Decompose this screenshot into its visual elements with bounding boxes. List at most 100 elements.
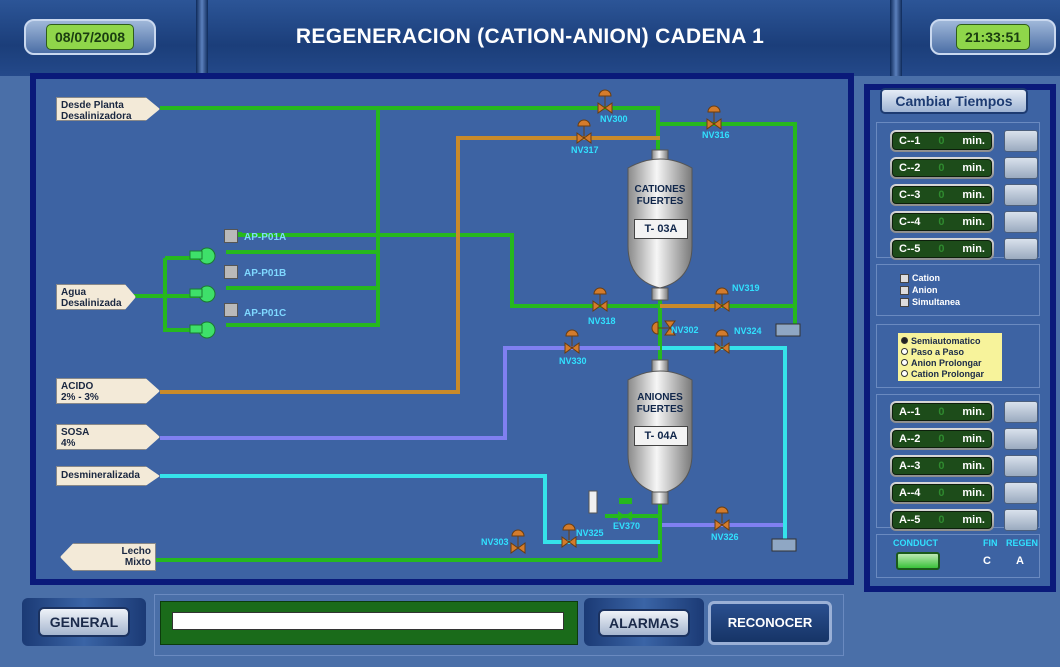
timer-readout: A--5 0 min. <box>892 510 992 529</box>
valve-label-nv324[interactable]: NV324 <box>734 326 762 336</box>
tag-line: Desalinizada <box>61 298 122 309</box>
cation-timer-display[interactable]: C--2 0 min. <box>890 156 994 179</box>
anion-timer-display[interactable]: A--2 0 min. <box>890 427 994 450</box>
anion-timer-row: A--4 0 min. <box>890 479 1038 506</box>
radio-paso-a-paso[interactable]: Paso a Paso <box>901 346 999 357</box>
timer-unit: min. <box>962 432 985 445</box>
cation-timer-display[interactable]: C--5 0 min. <box>890 237 994 260</box>
timer-value: 0 <box>938 215 945 228</box>
cambiar-tiempos-button[interactable]: Cambiar Tiempos <box>880 88 1028 114</box>
anion-timer-switch[interactable] <box>1004 481 1038 504</box>
source-desde-planta: Desde Planta Desalinizadora <box>56 97 160 121</box>
checkbox-label: Cation <box>912 273 940 283</box>
valve-label-nv300[interactable]: NV300 <box>600 114 628 124</box>
timer-value: 0 <box>938 405 945 418</box>
timer-label: A--2 <box>899 432 921 445</box>
anion-timers: A--1 0 min. A--2 0 min. A--3 0 min. A--4 0 min. A--5… <box>890 398 1038 533</box>
anion-timer-display[interactable]: A--4 0 min. <box>890 481 994 504</box>
radio-label: Semiautomatico <box>911 335 981 346</box>
tag-line: ACIDO <box>61 381 94 392</box>
valve-label-ev370[interactable]: EV370 <box>613 521 640 531</box>
source-sosa: SOSA 4% <box>56 424 160 450</box>
radio-dot[interactable] <box>901 337 908 344</box>
timer-readout: C--2 0 min. <box>892 158 992 177</box>
tank-cation-name: CATIONES FUERTES <box>628 184 692 208</box>
tank-name-line: FUERTES <box>636 404 684 415</box>
timer-readout: C--4 0 min. <box>892 212 992 231</box>
reconocer-button[interactable]: RECONOCER <box>708 601 832 645</box>
valve-label-nv318[interactable]: NV318 <box>588 316 616 326</box>
cation-timer-switch[interactable] <box>1004 210 1038 233</box>
conductivity-indicator <box>896 552 940 570</box>
cation-timer-display[interactable]: C--4 0 min. <box>890 210 994 233</box>
anion-timer-switch[interactable] <box>1004 400 1038 423</box>
timer-readout: A--4 0 min. <box>892 483 992 502</box>
timer-unit: min. <box>962 215 985 228</box>
valve-label-nv326[interactable]: NV326 <box>711 532 739 542</box>
pump-b-checkbox[interactable] <box>224 265 238 279</box>
timer-unit: min. <box>962 134 985 147</box>
radio-dot[interactable] <box>901 359 908 366</box>
timer-readout: A--3 0 min. <box>892 456 992 475</box>
tank-anion-name: ANIONES FUERTES <box>628 392 692 416</box>
timer-value: 0 <box>938 134 945 147</box>
timer-readout: C--1 0 min. <box>892 131 992 150</box>
anion-timer-row: A--2 0 min. <box>890 425 1038 452</box>
cation-timer-display[interactable]: C--3 0 min. <box>890 183 994 206</box>
anion-timer-display[interactable]: A--1 0 min. <box>890 400 994 423</box>
radio-dot[interactable] <box>901 348 908 355</box>
message-field <box>172 612 564 630</box>
tank-anion-id: T- 04A <box>634 426 688 446</box>
timer-readout: C--5 0 min. <box>892 239 992 258</box>
valve-label-nv330[interactable]: NV330 <box>559 356 587 366</box>
timer-value: 0 <box>938 432 945 445</box>
checkbox-box[interactable] <box>900 297 909 307</box>
cation-timer-switch[interactable] <box>1004 129 1038 152</box>
mode-radio-group: Semiautomatico Paso a Paso Anion Prolong… <box>898 333 1002 381</box>
valve-label-nv317[interactable]: NV317 <box>571 145 599 155</box>
checkbox-simultanea[interactable]: Simultanea <box>900 296 960 308</box>
tank-cation-id: T- 03A <box>634 219 688 239</box>
anion-timer-switch[interactable] <box>1004 427 1038 450</box>
anion-timer-row: A--3 0 min. <box>890 452 1038 479</box>
alarmas-button[interactable]: ALARMAS <box>598 609 690 637</box>
valve-label-nv319[interactable]: NV319 <box>732 283 760 293</box>
pump-c-checkbox[interactable] <box>224 303 238 317</box>
valve-label-nv303[interactable]: NV303 <box>481 537 509 547</box>
cation-timer-switch[interactable] <box>1004 237 1038 260</box>
checkbox-box[interactable] <box>900 285 909 295</box>
tag-line: Mixto <box>124 557 151 568</box>
radio-cation-prolongar[interactable]: Cation Prolongar <box>901 368 999 379</box>
pump-c-label: AP-P01C <box>244 308 287 319</box>
anion-timer-switch[interactable] <box>1004 454 1038 477</box>
checkbox-anion[interactable]: Anion <box>900 284 960 296</box>
cation-timer-switch[interactable] <box>1004 156 1038 179</box>
anion-timer-switch[interactable] <box>1004 508 1038 531</box>
radio-label: Paso a Paso <box>911 346 965 357</box>
tank-name-line: ANIONES <box>637 392 683 403</box>
regen-label: REGEN <box>1006 538 1039 548</box>
timer-unit: min. <box>962 459 985 472</box>
anion-timer-display[interactable]: A--5 0 min. <box>890 508 994 531</box>
timer-unit: min. <box>962 242 985 255</box>
pump-a-checkbox[interactable] <box>224 229 238 243</box>
timer-label: C--2 <box>899 161 921 174</box>
timer-label: C--1 <box>899 134 921 147</box>
valve-label-nv325[interactable]: NV325 <box>576 528 604 538</box>
cation-timer-row: C--3 0 min. <box>890 181 1038 208</box>
anion-timer-display[interactable]: A--3 0 min. <box>890 454 994 477</box>
valve-label-nv316[interactable]: NV316 <box>702 130 730 140</box>
checkbox-cation[interactable]: Cation <box>900 272 960 284</box>
general-button[interactable]: GENERAL <box>38 607 130 637</box>
valve-label-nv302[interactable]: NV302 <box>671 325 699 335</box>
radio-dot[interactable] <box>901 370 908 377</box>
cation-timer-switch[interactable] <box>1004 183 1038 206</box>
timer-unit: min. <box>962 486 985 499</box>
source-acido: ACIDO 2% - 3% <box>56 378 160 404</box>
cation-timer-display[interactable]: C--1 0 min. <box>890 129 994 152</box>
timer-value: 0 <box>938 188 945 201</box>
checkbox-box[interactable] <box>900 273 909 283</box>
radio-semiautomatico[interactable]: Semiautomatico <box>901 335 999 346</box>
radio-anion-prolongar[interactable]: Anion Prolongar <box>901 357 999 368</box>
fin-value: C <box>983 555 991 567</box>
